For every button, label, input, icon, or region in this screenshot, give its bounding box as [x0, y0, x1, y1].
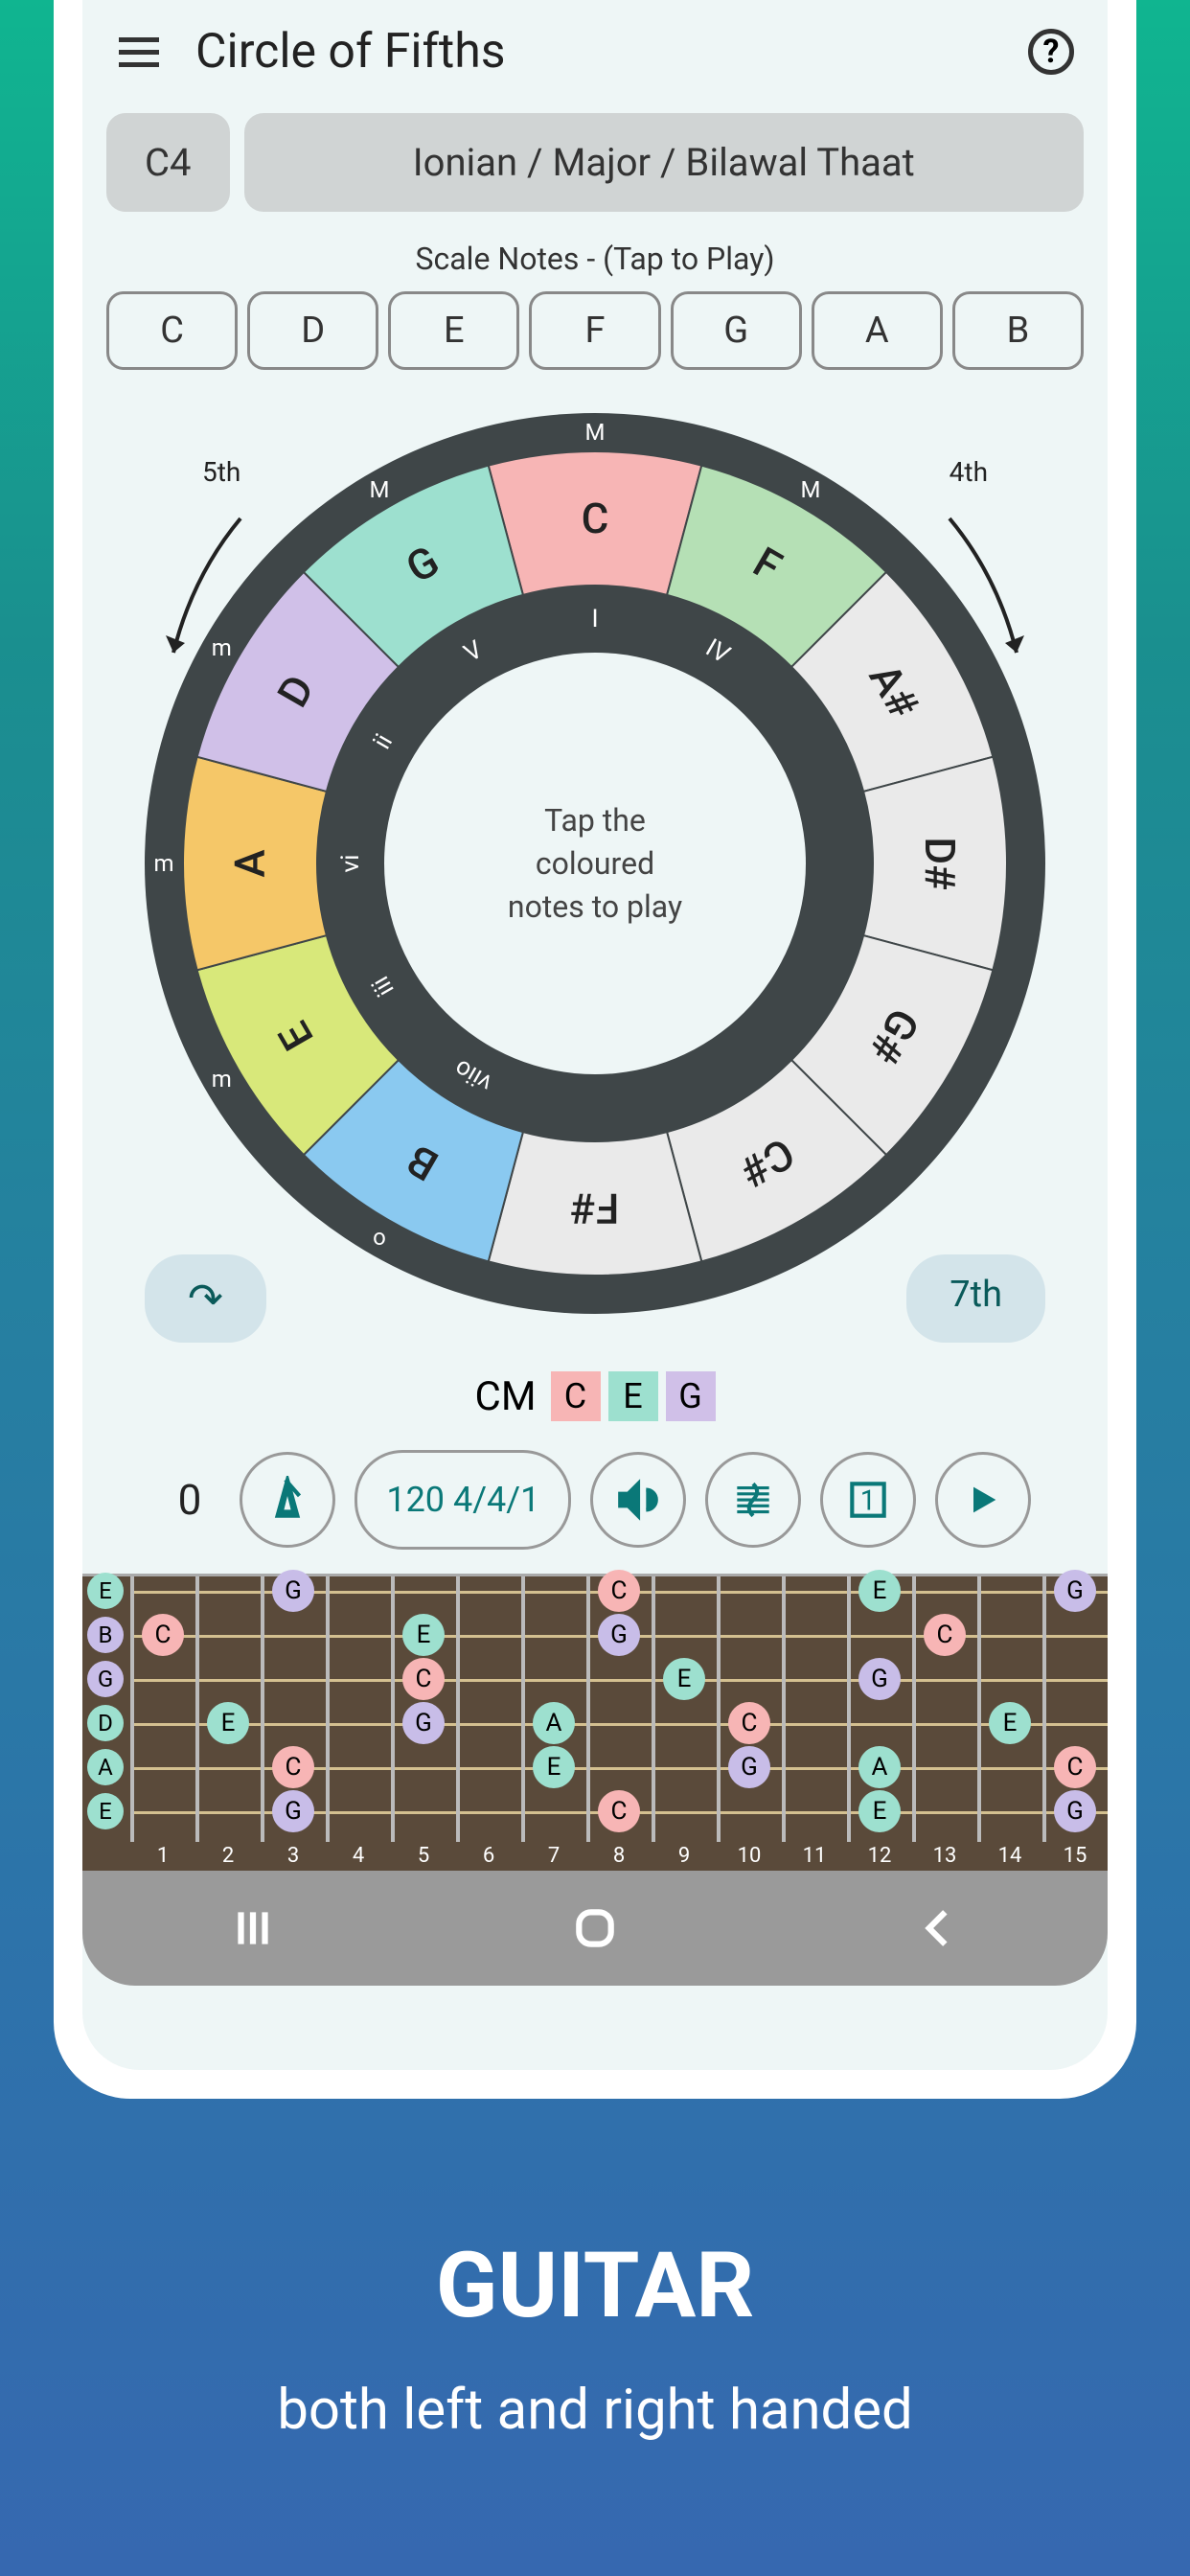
circle-quality-label: m [212, 634, 232, 661]
fret-note[interactable]: G [272, 1790, 314, 1832]
fret-number: 12 [868, 1844, 892, 1868]
fret-number: 5 [418, 1844, 429, 1868]
fret-number: 7 [548, 1844, 560, 1868]
scale-note-button[interactable]: A [812, 291, 943, 370]
fret-number: 3 [287, 1844, 299, 1868]
scale-note-button[interactable]: B [952, 291, 1084, 370]
fret-note[interactable]: G [858, 1658, 901, 1700]
transpose-value: 0 [159, 1475, 221, 1525]
fret-number: 14 [998, 1844, 1022, 1868]
circle-center-hint: Tap thecolourednotes to play [508, 799, 682, 928]
open-string-note[interactable]: A [87, 1749, 124, 1785]
fret-number: 15 [1064, 1844, 1087, 1868]
fret-note[interactable]: E [402, 1614, 445, 1656]
open-string-note[interactable]: E [87, 1573, 124, 1609]
circle-degree-label: I [591, 605, 598, 633]
fret-note[interactable]: C [1054, 1746, 1096, 1788]
fret-number: 13 [933, 1844, 957, 1868]
fret-number: 11 [803, 1844, 827, 1868]
fret-number: 9 [678, 1844, 690, 1868]
promo-title: GUITAR [436, 2233, 754, 2339]
promo-subtitle: both left and right handed [277, 2378, 912, 2443]
chord-tone: C [551, 1371, 601, 1421]
fret-note[interactable]: C [924, 1614, 966, 1656]
open-string-note[interactable]: E [87, 1793, 124, 1829]
scale-selector[interactable]: Ionian / Major / Bilawal Thaat [244, 113, 1084, 212]
chord-name: CM [474, 1373, 536, 1420]
scale-note-button[interactable]: G [671, 291, 802, 370]
circle-quality-label: o [373, 1224, 386, 1251]
seventh-toggle[interactable]: 7th [906, 1254, 1045, 1343]
fret-note[interactable]: C [142, 1614, 184, 1656]
fret-note[interactable]: A [533, 1702, 575, 1744]
menu-icon[interactable] [116, 29, 162, 75]
circle-quality-label: M [370, 476, 390, 503]
nav-recents-icon[interactable] [229, 1904, 277, 1952]
fret-note[interactable]: G [728, 1746, 770, 1788]
rotate-button[interactable]: ↷ [145, 1254, 266, 1343]
circle-note[interactable]: F# [571, 1184, 620, 1233]
arc-4th-label: 4th [950, 456, 988, 488]
fret-number: 2 [222, 1844, 234, 1868]
staff-button[interactable] [705, 1452, 801, 1548]
fretboard[interactable]: 123456789101112131415EBGDAECEGCGECGAECGC… [82, 1574, 1108, 1871]
fret-note[interactable]: G [402, 1702, 445, 1744]
page-title: Circle of Fifths [195, 24, 506, 80]
fret-number: 4 [353, 1844, 364, 1868]
circle-note[interactable]: A [225, 849, 275, 877]
circle-note[interactable]: D# [915, 837, 965, 889]
help-icon[interactable]: ? [1028, 29, 1074, 75]
fret-note[interactable]: E [989, 1702, 1031, 1744]
circle-quality-label: M [801, 476, 821, 503]
nav-home-icon[interactable] [571, 1904, 619, 1952]
circle-quality-label: m [153, 850, 173, 877]
scale-note-button[interactable]: D [247, 291, 378, 370]
circle-degree-label: vi [336, 855, 365, 873]
fret-number: 6 [483, 1844, 494, 1868]
scale-notes-label: Scale Notes - (Tap to Play) [82, 241, 1108, 277]
circle-quality-label: m [212, 1066, 232, 1092]
open-string-note[interactable]: B [87, 1617, 124, 1653]
fret-note[interactable]: C [728, 1702, 770, 1744]
chord-tone: E [608, 1371, 658, 1421]
open-string-note[interactable]: D [87, 1705, 124, 1741]
fret-note[interactable]: G [598, 1614, 640, 1656]
fret-note[interactable]: G [1054, 1570, 1096, 1612]
fret-note[interactable]: C [272, 1746, 314, 1788]
play-button[interactable] [935, 1452, 1031, 1548]
chord-tone: G [666, 1371, 716, 1421]
fret-note[interactable]: E [207, 1702, 249, 1744]
circle-note[interactable]: C [582, 494, 609, 543]
tempo-button[interactable]: 120 4/4/1 [355, 1450, 571, 1550]
mode-button[interactable]: 1 [820, 1452, 916, 1548]
fret-note[interactable]: C [598, 1790, 640, 1832]
circle-of-fifths[interactable]: 5th 4th CMIFMIVA#D#G#C#F#BoviioEmiiiAmvi… [135, 403, 1055, 1323]
fret-number: 1 [157, 1844, 169, 1868]
sound-button[interactable] [590, 1452, 686, 1548]
scale-note-button[interactable]: E [388, 291, 519, 370]
fret-number: 8 [613, 1844, 625, 1868]
arc-5th-label: 5th [202, 456, 240, 488]
fret-note[interactable]: A [858, 1746, 901, 1788]
scale-note-button[interactable]: F [529, 291, 660, 370]
svg-text:1: 1 [860, 1484, 876, 1517]
fret-note[interactable]: G [272, 1570, 314, 1612]
circle-quality-label: M [585, 419, 606, 446]
fret-note[interactable]: C [402, 1658, 445, 1700]
nav-bar [82, 1871, 1108, 1986]
scale-note-button[interactable]: C [106, 291, 238, 370]
open-string-note[interactable]: G [87, 1661, 124, 1697]
fret-note[interactable]: C [598, 1570, 640, 1612]
metronome-button[interactable] [240, 1452, 335, 1548]
fret-note[interactable]: E [533, 1746, 575, 1788]
fret-note[interactable]: G [1054, 1790, 1096, 1832]
fret-note[interactable]: E [858, 1570, 901, 1612]
fret-number: 10 [738, 1844, 762, 1868]
nav-back-icon[interactable] [913, 1904, 961, 1952]
fret-note[interactable]: E [858, 1790, 901, 1832]
key-selector[interactable]: C4 [106, 113, 230, 212]
fret-note[interactable]: E [663, 1658, 705, 1700]
